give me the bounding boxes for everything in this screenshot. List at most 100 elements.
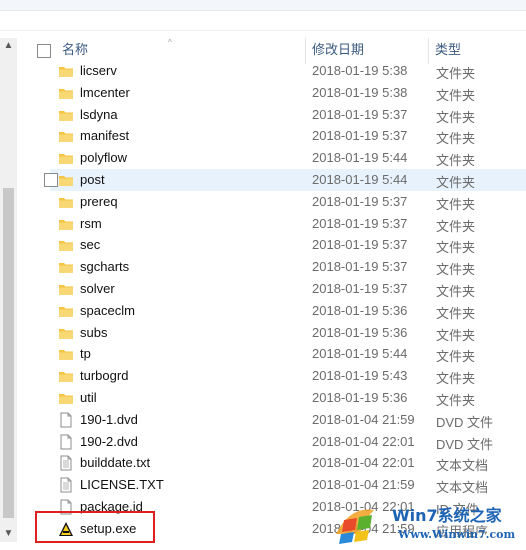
folder-row[interactable]: manifest 2018-01-19 5:37 文件夹 bbox=[50, 125, 526, 147]
folder-row[interactable]: prereq 2018-01-19 5:37 文件夹 bbox=[50, 191, 526, 213]
file-name: subs bbox=[80, 324, 108, 340]
modified-date: 2018-01-19 5:38 bbox=[312, 63, 408, 78]
folder-row[interactable]: polyflow 2018-01-19 5:44 文件夹 bbox=[50, 147, 526, 169]
folder-row[interactable]: lmcenter 2018-01-19 5:38 文件夹 bbox=[50, 82, 526, 104]
modified-date: 2018-01-19 5:38 bbox=[312, 84, 408, 100]
folder-icon bbox=[58, 346, 74, 362]
column-header-name[interactable]: 名称 bbox=[62, 38, 88, 62]
modified-date: 2018-01-19 5:37 bbox=[312, 128, 408, 144]
windows-logo-icon bbox=[336, 509, 374, 544]
file-type: 文件夹 bbox=[436, 109, 476, 125]
folder-icon bbox=[58, 390, 74, 406]
highlight-frame bbox=[35, 511, 155, 543]
file-name: LICENSE.TXT bbox=[80, 477, 164, 493]
folder-icon bbox=[58, 172, 74, 188]
folder-row[interactable]: subs 2018-01-19 5:36 文件夹 bbox=[50, 322, 526, 344]
folder-row[interactable]: tp 2018-01-19 5:44 文件夹 bbox=[50, 343, 526, 365]
file-type: 文件夹 bbox=[436, 305, 476, 321]
folder-row[interactable]: solver 2018-01-19 5:37 文件夹 bbox=[50, 278, 526, 300]
file-name: manifest bbox=[80, 128, 130, 144]
modified-date: 2018-01-04 22:01 bbox=[312, 433, 415, 449]
file-type: 文件夹 bbox=[436, 284, 476, 299]
folder-icon bbox=[58, 128, 74, 144]
watermark: Win7系统之家 Www.Winwin7.com bbox=[330, 498, 526, 550]
modified-date: 2018-01-19 5:37 bbox=[312, 193, 408, 209]
file-icon bbox=[58, 412, 74, 428]
file-name: rsm bbox=[80, 215, 102, 231]
modified-date: 2018-01-04 21:59 bbox=[312, 411, 415, 427]
modified-date: 2018-01-19 5:44 bbox=[312, 346, 408, 362]
modified-date: 2018-01-19 5:43 bbox=[312, 368, 408, 384]
text-file-icon bbox=[58, 455, 74, 471]
column-header-type[interactable]: 类型 bbox=[435, 38, 461, 62]
top-strip bbox=[0, 0, 526, 11]
modified-date: 2018-01-19 5:36 bbox=[312, 390, 408, 405]
watermark-brand: Win7系统之家 bbox=[392, 506, 502, 525]
file-name: lmcenter bbox=[80, 84, 130, 100]
file-name: lsdyna bbox=[80, 106, 118, 122]
file-name: spaceclm bbox=[80, 302, 135, 318]
file-name: prereq bbox=[80, 193, 118, 209]
modified-date: 2018-01-04 21:59 bbox=[312, 477, 415, 493]
file-name: 190-2.dvd bbox=[80, 433, 138, 449]
folder-icon bbox=[58, 194, 74, 210]
scrollbar-thumb[interactable] bbox=[3, 188, 14, 518]
file-name: tp bbox=[80, 346, 91, 362]
folder-icon bbox=[58, 281, 74, 297]
file-row[interactable]: builddate.txt 2018-01-04 22:01 文本文档 bbox=[50, 452, 526, 474]
modified-date: 2018-01-19 5:37 bbox=[312, 259, 408, 275]
modified-date: 2018-01-19 5:36 bbox=[312, 324, 408, 340]
folder-row[interactable]: turbogrd 2018-01-19 5:43 文件夹 bbox=[50, 365, 526, 387]
modified-date: 2018-01-19 5:37 bbox=[312, 106, 408, 122]
vertical-scrollbar[interactable]: ▲ ▼ bbox=[0, 38, 17, 542]
file-name: solver bbox=[80, 281, 115, 296]
file-type: 文件夹 bbox=[436, 262, 476, 278]
file-row[interactable]: LICENSE.TXT 2018-01-04 21:59 文本文档 bbox=[50, 474, 526, 496]
folder-icon bbox=[58, 107, 74, 123]
file-type: 文件夹 bbox=[436, 66, 476, 81]
file-type: 文件夹 bbox=[436, 327, 476, 343]
folder-icon bbox=[58, 85, 74, 101]
file-type: 文件夹 bbox=[436, 131, 476, 147]
file-type: 文件夹 bbox=[436, 393, 476, 408]
folder-icon bbox=[58, 150, 74, 166]
file-name: sgcharts bbox=[80, 259, 130, 275]
folder-row[interactable]: util 2018-01-19 5:36 文件夹 bbox=[50, 387, 526, 409]
file-name: turbogrd bbox=[80, 368, 129, 384]
modified-date: 2018-01-19 5:44 bbox=[312, 172, 408, 187]
folder-icon bbox=[58, 303, 74, 319]
folder-row[interactable]: sec 2018-01-19 5:37 文件夹 bbox=[50, 234, 526, 256]
folder-row[interactable]: post 2018-01-19 5:44 文件夹 bbox=[44, 169, 526, 191]
file-type: 文本文档 bbox=[436, 458, 489, 474]
folder-icon bbox=[58, 368, 74, 384]
scroll-down-arrow-icon[interactable]: ▼ bbox=[0, 526, 17, 542]
scroll-up-arrow-icon[interactable]: ▲ bbox=[0, 38, 17, 54]
file-icon bbox=[58, 434, 74, 450]
file-row[interactable]: 190-1.dvd 2018-01-04 21:59 DVD 文件 bbox=[50, 409, 526, 431]
file-row[interactable]: 190-2.dvd 2018-01-04 22:01 DVD 文件 bbox=[50, 431, 526, 453]
modified-date: 2018-01-19 5:36 bbox=[312, 302, 408, 318]
folder-row[interactable]: licserv 2018-01-19 5:38 文件夹 bbox=[50, 60, 526, 82]
column-header-date[interactable]: 修改日期 bbox=[312, 38, 364, 62]
folder-icon bbox=[58, 259, 74, 275]
folder-row[interactable]: rsm 2018-01-19 5:37 文件夹 bbox=[50, 213, 526, 235]
folder-row[interactable]: spaceclm 2018-01-19 5:36 文件夹 bbox=[50, 300, 526, 322]
file-name: licserv bbox=[80, 63, 117, 78]
file-type: 文本文档 bbox=[436, 480, 489, 496]
file-name: builddate.txt bbox=[80, 455, 151, 471]
modified-date: 2018-01-19 5:44 bbox=[312, 150, 408, 166]
modified-date: 2018-01-04 22:01 bbox=[312, 455, 415, 471]
file-type: 文件夹 bbox=[436, 153, 476, 169]
file-name: util bbox=[80, 390, 97, 405]
folder-row[interactable]: sgcharts 2018-01-19 5:37 文件夹 bbox=[50, 256, 526, 278]
sort-up-icon: ^ bbox=[168, 38, 172, 47]
file-type: 文件夹 bbox=[436, 87, 476, 103]
folder-row[interactable]: lsdyna 2018-01-19 5:37 文件夹 bbox=[50, 104, 526, 126]
row-checkbox[interactable] bbox=[44, 173, 58, 187]
select-all-checkbox[interactable] bbox=[37, 44, 51, 58]
folder-icon bbox=[58, 237, 74, 253]
text-file-icon bbox=[58, 477, 74, 493]
file-type: DVD 文件 bbox=[436, 414, 494, 430]
file-type: 文件夹 bbox=[436, 175, 476, 190]
modified-date: 2018-01-19 5:37 bbox=[312, 237, 408, 253]
